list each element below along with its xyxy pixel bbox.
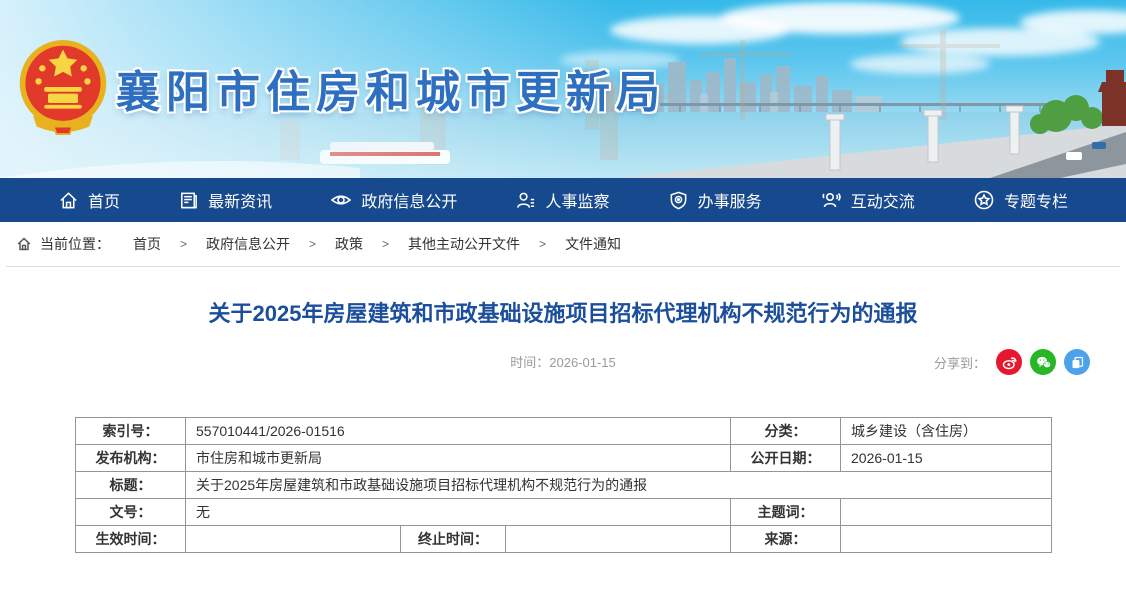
breadcrumb-separator: > — [537, 237, 548, 251]
star-icon — [973, 189, 995, 211]
weibo-icon — [1001, 354, 1018, 371]
time-value: 2026-01-15 — [549, 355, 616, 370]
breadcrumb-item-other-public-docs[interactable]: 其他主动公开文件 — [399, 234, 529, 254]
nav-item-special-columns[interactable]: 专题专栏 — [973, 188, 1068, 212]
breadcrumb-item-file-notice[interactable]: 文件通知 — [556, 234, 630, 254]
effective-date-label: 生效时间： — [76, 526, 186, 553]
source-label: 来源： — [731, 526, 841, 553]
index-number-value: 557010441/2026-01516 — [186, 418, 731, 445]
person-icon — [515, 190, 536, 211]
category-label: 分类： — [731, 418, 841, 445]
table-row: 生效时间： 终止时间： 来源： — [76, 526, 1052, 553]
nav-label: 最新资讯 — [208, 188, 272, 212]
nav-label: 专题专栏 — [1004, 188, 1068, 212]
nav-label: 互动交流 — [851, 188, 915, 212]
copy-link-icon — [1070, 355, 1085, 370]
table-row: 文号： 无 主题词： — [76, 499, 1052, 526]
nav-label: 首页 — [88, 188, 120, 212]
chat-icon — [820, 189, 842, 211]
breadcrumb: 当前位置： 首页 > 政府信息公开 > 政策 > 其他主动公开文件 > 文件通知 — [6, 222, 1120, 267]
effective-date-value — [186, 526, 401, 553]
keywords-value — [841, 499, 1052, 526]
wechat-icon — [1035, 354, 1052, 371]
nav-label: 人事监察 — [545, 188, 609, 212]
time-label: 时间： — [510, 355, 549, 370]
news-icon — [178, 190, 199, 211]
nav-item-personnel[interactable]: 人事监察 — [515, 188, 609, 212]
share-copy-link-button[interactable] — [1064, 349, 1090, 375]
table-row: 发布机构： 市住房和城市更新局 公开日期： 2026-01-15 — [76, 445, 1052, 472]
share-label: 分享到： — [934, 353, 986, 372]
table-row: 索引号： 557010441/2026-01516 分类： 城乡建设（含住房） — [76, 418, 1052, 445]
shield-icon — [668, 190, 689, 211]
publish-date-label: 公开日期： — [731, 445, 841, 472]
nav-item-home[interactable]: 首页 — [58, 188, 120, 212]
page-title: 关于2025年房屋建筑和市政基础设施项目招标代理机构不规范行为的通报 — [0, 299, 1126, 329]
nav-label: 办事服务 — [698, 188, 762, 212]
breadcrumb-separator: > — [178, 237, 189, 251]
eye-icon — [330, 189, 352, 211]
header-banner: 襄阳市住房和城市更新局 — [0, 0, 1126, 178]
index-number-label: 索引号： — [76, 418, 186, 445]
nav-label: 政府信息公开 — [361, 188, 457, 212]
breadcrumb-separator: > — [307, 237, 318, 251]
breadcrumb-prefix: 当前位置： — [40, 234, 116, 254]
doc-title-value: 关于2025年房屋建筑和市政基础设施项目招标代理机构不规范行为的通报 — [186, 472, 1052, 499]
publisher-label: 发布机构： — [76, 445, 186, 472]
breadcrumb-item-policy[interactable]: 政策 — [326, 234, 372, 254]
article-meta-row: 时间：2026-01-15 分享到： — [0, 349, 1126, 377]
document-meta-table-wrap: 索引号： 557010441/2026-01516 分类： 城乡建设（含住房） … — [75, 417, 1051, 553]
nav-item-gov-info[interactable]: 政府信息公开 — [330, 188, 457, 212]
national-emblem-icon — [16, 36, 110, 140]
share-weibo-button[interactable] — [996, 349, 1022, 375]
document-meta-table: 索引号： 557010441/2026-01516 分类： 城乡建设（含住房） … — [75, 417, 1052, 553]
main-nav: 首页 最新资讯 政府信息公开 人事监察 办事服务 互动交流 — [0, 178, 1126, 222]
share-bar: 分享到： — [934, 349, 1090, 375]
home-icon — [16, 236, 32, 252]
doc-number-label: 文号： — [76, 499, 186, 526]
table-row: 标题： 关于2025年房屋建筑和市政基础设施项目招标代理机构不规范行为的通报 — [76, 472, 1052, 499]
share-wechat-button[interactable] — [1030, 349, 1056, 375]
nav-item-services[interactable]: 办事服务 — [668, 188, 762, 212]
doc-number-value: 无 — [186, 499, 731, 526]
breadcrumb-separator: > — [380, 237, 391, 251]
category-value: 城乡建设（含住房） — [841, 418, 1052, 445]
source-value — [841, 526, 1052, 553]
breadcrumb-item-home[interactable]: 首页 — [124, 234, 170, 254]
doc-title-label: 标题： — [76, 472, 186, 499]
nav-item-interaction[interactable]: 互动交流 — [820, 188, 915, 212]
publisher-value: 市住房和城市更新局 — [186, 445, 731, 472]
keywords-label: 主题词： — [731, 499, 841, 526]
expiry-date-value — [506, 526, 731, 553]
site-title: 襄阳市住房和城市更新局 — [116, 56, 666, 120]
expiry-date-label: 终止时间： — [401, 526, 506, 553]
nav-item-news[interactable]: 最新资讯 — [178, 188, 272, 212]
home-icon — [58, 190, 79, 211]
breadcrumb-item-gov-info[interactable]: 政府信息公开 — [197, 234, 299, 254]
publish-date-value: 2026-01-15 — [841, 445, 1052, 472]
